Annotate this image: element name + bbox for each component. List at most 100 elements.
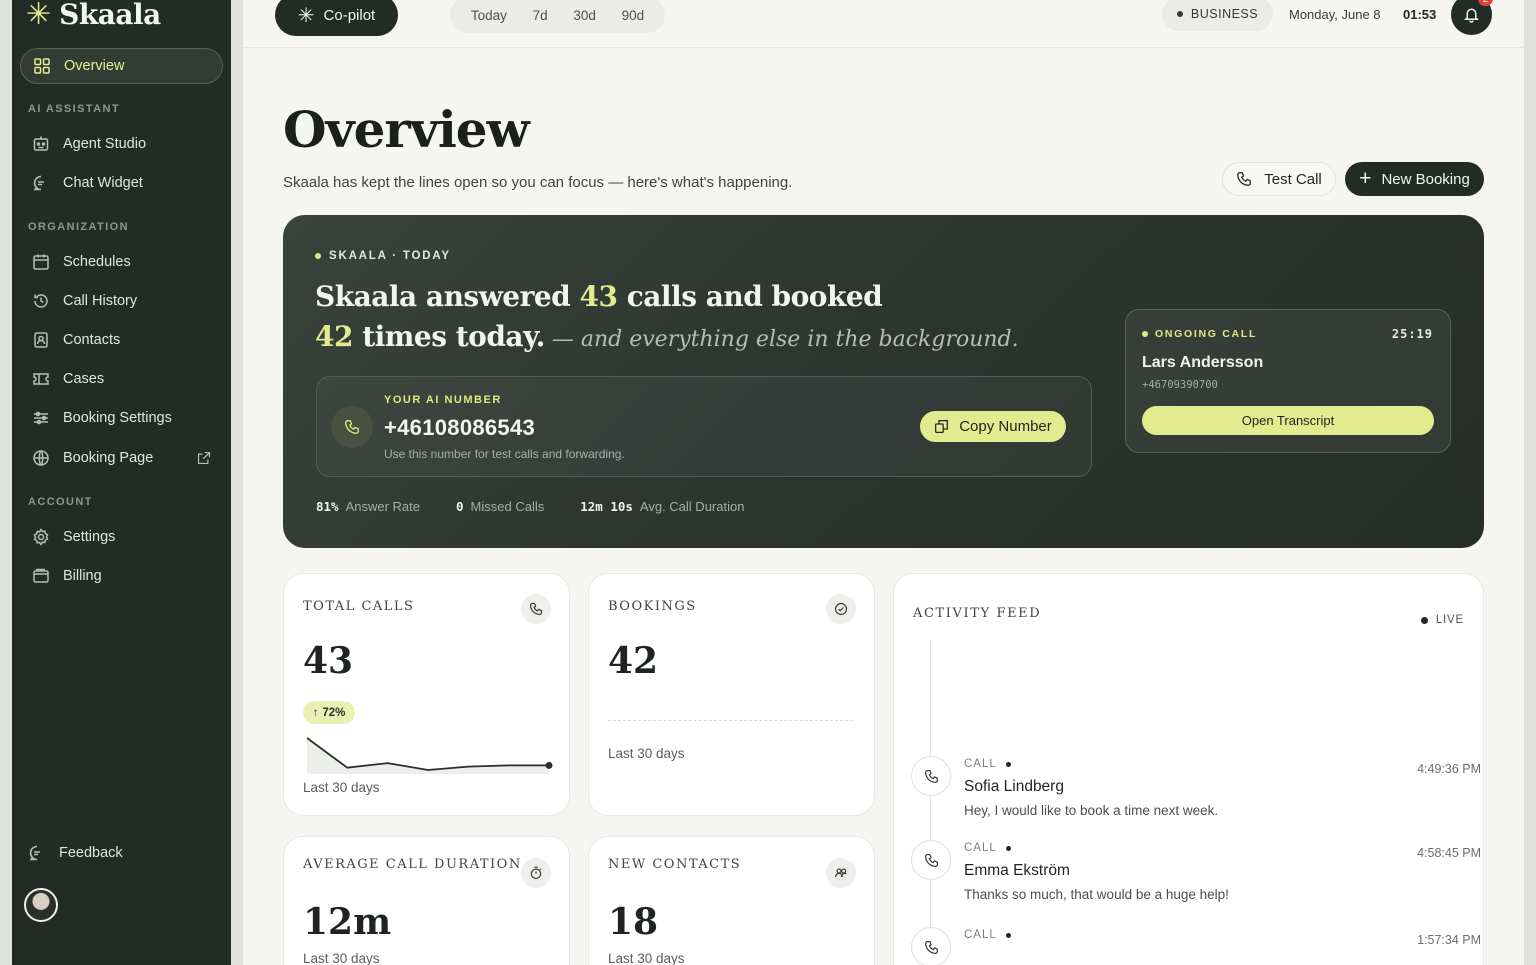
hero-headline: Skaala answered 43 calls and booked 42 t… (315, 277, 1115, 360)
sidebar-item-booking-settings[interactable]: Booking Settings (20, 400, 223, 436)
card-title: BOOKINGS (608, 599, 697, 614)
stat-avg-duration: 12m 10s Avg. Call Duration (580, 499, 744, 514)
sidebar-item-label: Billing (63, 568, 102, 584)
sidebar-item-schedules[interactable]: Schedules (20, 244, 223, 280)
sidebar-item-chat-widget[interactable]: Chat Widget (20, 165, 223, 201)
check-circle-icon (834, 602, 848, 616)
avg-duration-card[interactable]: AVERAGE CALL DURATION 12m Last 30 days (283, 836, 570, 965)
sidebar-item-settings[interactable]: Settings (20, 519, 223, 555)
range-option-today[interactable]: Today (471, 8, 507, 23)
avatar[interactable] (24, 888, 58, 922)
sparkle-icon: ✳ (297, 4, 315, 27)
feed-title: ACTIVITY FEED (913, 606, 1042, 621)
today-summary-panel: SKAALA · TODAY Skaala answered 43 calls … (283, 215, 1484, 548)
copy-icon (935, 420, 949, 433)
wallet-icon (33, 568, 49, 583)
phone-icon (924, 940, 938, 954)
headline-text: times today. (352, 320, 545, 353)
feed-item-icon-badge (911, 840, 951, 880)
sidebar-item-agent-studio[interactable]: Agent Studio (20, 126, 223, 162)
sidebar-item-label: Contacts (63, 332, 121, 348)
copilot-button[interactable]: ✳ Co-pilot (275, 0, 398, 36)
hero-tag: SKAALA · TODAY (315, 250, 451, 262)
ticket-icon (33, 373, 49, 385)
ai-number: +46108086543 (384, 415, 536, 440)
caller-name: Lars Andersson (1142, 354, 1264, 371)
headline-tagline: — and everything else in the background. (544, 327, 1019, 352)
plan-badge[interactable]: BUSINESS (1162, 0, 1273, 31)
feed-item-time: 1:57:34 PM (1417, 933, 1481, 947)
card-icon-badge (521, 594, 551, 624)
ai-number-box: YOUR AI NUMBER +46108086543 Use this num… (316, 376, 1092, 477)
headline-text: calls and booked (617, 280, 883, 313)
card-value: 42 (608, 640, 659, 682)
hero-stats: 81% Answer Rate 0 Missed Calls 12m 10s Avg.… (316, 499, 744, 514)
calls-sparkline (306, 737, 553, 774)
new-contacts-card[interactable]: NEW CONTACTS 18 Last 30 days (588, 836, 875, 965)
card-footnote: Last 30 days (303, 951, 380, 965)
caller-phone: +46709390700 (1142, 379, 1218, 391)
test-call-button[interactable]: Test Call (1222, 162, 1336, 196)
stat-label: Missed Calls (470, 499, 545, 514)
sidebar-item-overview[interactable]: Overview (20, 48, 223, 84)
open-transcript-button[interactable]: Open Transcript (1142, 406, 1434, 435)
page-subtitle: Skaala has kept the lines open so you ca… (283, 174, 793, 191)
sidebar-item-label: Booking Page (63, 450, 154, 466)
sidebar-item-label: Overview (64, 58, 125, 74)
sidebar-item-label: Call History (63, 293, 138, 309)
sidebar-item-feedback[interactable]: Feedback (16, 835, 219, 871)
brand-name: Skaala (59, 0, 161, 31)
current-time: 01:53 (1403, 7, 1437, 22)
feedback-bubble-icon (29, 845, 40, 861)
sidebar-item-billing[interactable]: Billing (20, 558, 223, 594)
card-icon-badge (826, 858, 856, 888)
sparkline-area (307, 738, 549, 774)
phone-icon (529, 602, 543, 616)
external-link-icon[interactable] (197, 451, 211, 465)
sidebar-item-booking-page[interactable]: Booking Page (20, 440, 223, 476)
sidebar-item-label: Agent Studio (63, 136, 147, 152)
sidebar-item-label: Booking Settings (63, 410, 172, 426)
headline-text: Skaala answered (315, 280, 580, 313)
feed-dot (1005, 932, 1011, 938)
card-title: TOTAL CALLS (303, 599, 415, 614)
status-dot (1176, 11, 1183, 17)
sidebar-item-label: Chat Widget (63, 175, 143, 191)
card-footnote: Last 30 days (608, 951, 685, 965)
sidebar-item-call-history[interactable]: Call History (20, 283, 223, 319)
new-booking-button[interactable]: + New Booking (1345, 162, 1484, 196)
range-option-7d[interactable]: 7d (533, 8, 548, 23)
stat-answer-rate: 81% Answer Rate (316, 499, 420, 514)
range-option-30d[interactable]: 30d (573, 8, 596, 23)
feed-item-message: Hey, I would like to book a time next we… (964, 803, 1219, 818)
range-option-90d[interactable]: 90d (622, 8, 645, 23)
card-icon-badge (521, 858, 551, 888)
main-content: ✳ Co-pilot Today 7d 30d 90d BUSINESS Mon… (243, 0, 1524, 965)
feed-type-label: CALL (964, 842, 997, 854)
plan-label: BUSINESS (1190, 7, 1259, 21)
ongoing-call-card: ONGOING CALL 25:19 Lars Andersson +46709… (1125, 309, 1451, 453)
skaala-logo-icon: ✳ (26, 0, 52, 31)
stat-value: 81% (316, 499, 339, 514)
calendar-icon (33, 254, 49, 270)
ongoing-call-duration: 25:19 (1391, 327, 1433, 341)
status-dot (315, 253, 321, 259)
sidebar-item-contacts[interactable]: Contacts (20, 322, 223, 358)
headline-calls-count: 43 (579, 280, 618, 313)
feed-item-name: Sofia Lindberg (964, 778, 1064, 795)
live-indicator: LIVE (1420, 614, 1464, 626)
phone-icon (345, 420, 359, 434)
feed-item-time: 4:49:36 PM (1417, 762, 1481, 776)
feed-item-time: 4:58:45 PM (1417, 846, 1481, 860)
card-title: NEW CONTACTS (608, 857, 742, 872)
ongoing-call-tag: ONGOING CALL (1142, 328, 1257, 340)
copy-number-button[interactable]: Copy Number (920, 411, 1066, 442)
total-calls-card[interactable]: TOTAL CALLS 43 ↑ 72% Last 30 days (283, 573, 570, 816)
bookings-card[interactable]: BOOKINGS 42 Last 30 days (588, 573, 875, 816)
sidebar-item-cases[interactable]: Cases (20, 361, 223, 397)
feed-item-type: CALL (964, 758, 1011, 770)
sidebar-item-label: Cases (63, 371, 105, 387)
brand[interactable]: ✳ Skaala (26, 0, 161, 31)
card-value: 18 (608, 901, 659, 943)
feed-item-icon-badge (911, 756, 951, 796)
